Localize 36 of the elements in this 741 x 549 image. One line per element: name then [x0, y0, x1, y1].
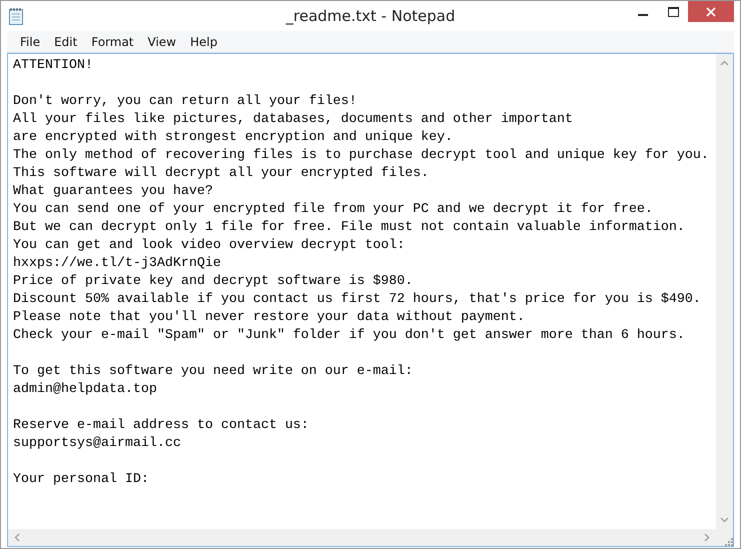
menu-item[interactable]: View: [140, 34, 184, 48]
text-line: admin@helpdata.top: [13, 381, 157, 399]
close-button[interactable]: [688, 1, 734, 22]
text-line: What guarantees you have?: [13, 183, 213, 201]
text-line: Please note that you'll never restore your data without payment.: [13, 309, 525, 327]
text-line: Discount 50% available if you contact us first 72 hours, that's price for you is $490.: [13, 291, 701, 309]
notepad-icon: [8, 7, 24, 25]
scroll-down-icon[interactable]: [720, 517, 729, 523]
text-line: ATTENTION!: [13, 57, 93, 75]
text-line: are encrypted with strongest encryption and unique key.: [13, 129, 453, 147]
text-line: Price of private key and decrypt software is $980.: [13, 273, 413, 291]
scroll-up-icon[interactable]: [720, 60, 729, 66]
menu-item[interactable]: Help: [183, 34, 224, 48]
text-line: hxxps://we.tl/t-j3AdKrnQie: [13, 255, 221, 273]
scroll-left-icon[interactable]: [14, 533, 20, 542]
scroll-right-icon[interactable]: [704, 533, 710, 542]
text-line: Reserve e-mail address to contact us:: [13, 417, 309, 435]
text-line: To get this software you need write on our e-mail:: [13, 363, 413, 381]
resize-grip-icon[interactable]: [724, 537, 733, 546]
minimize-icon: [638, 14, 648, 16]
text-line: You can get and look video overview decrypt tool:: [13, 237, 405, 255]
maximize-icon: [668, 6, 678, 16]
text-line: Don't worry, you can return all your files!: [13, 93, 357, 111]
menu-item[interactable]: File: [13, 34, 48, 48]
text-line: But we can decrypt only 1 file for free. File must not contain valuable information.: [13, 219, 685, 237]
text-line: All your files like pictures, databases, documents and other important: [13, 111, 573, 129]
text-line: supportsys@airmail.cc: [13, 435, 181, 453]
window-title: _readme.txt - Notepad: [286, 7, 456, 25]
text-line: Your personal ID:: [13, 471, 149, 489]
text-line: You can send one of your encrypted file from your PC and we decrypt it for free.: [13, 201, 653, 219]
text-line: This software will decrypt all your encrypted files.: [13, 165, 429, 183]
menu-item[interactable]: Format: [84, 34, 141, 48]
close-icon: [706, 6, 716, 16]
menu-item[interactable]: Edit: [47, 34, 84, 48]
text-line: Check your e-mail "Spam" or "Junk" folder if you don't get answer more than 6 hours.: [13, 327, 685, 345]
text-line: The only method of recovering files is to purchase decrypt tool and unique key for you.: [13, 147, 709, 165]
